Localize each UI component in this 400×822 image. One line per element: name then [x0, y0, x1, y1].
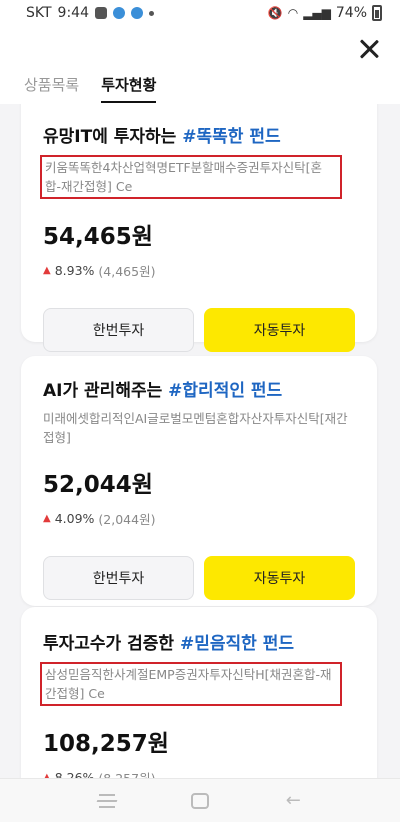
gain-percent: 8.93% — [54, 263, 95, 278]
up-arrow-icon: ▲ — [43, 513, 51, 524]
page-header: 상품목록 투자현황 — [0, 26, 400, 104]
card-actions: 한번투자 자동투자 — [43, 556, 355, 600]
auto-invest-button[interactable]: 자동투자 — [204, 556, 355, 600]
home-button[interactable] — [189, 790, 211, 812]
app-notification-icon — [113, 7, 125, 19]
auto-invest-button[interactable]: 자동투자 — [204, 308, 355, 352]
status-bar: SKT 9:44 🔇 ◠ ▂▄▆ 74% — [0, 0, 400, 26]
card-title: 투자고수가 검증한 #믿음직한 펀드 — [43, 634, 294, 654]
fund-name: 키움똑똑한4차산업혁명ETF분할매수증권투자신탁[혼합-재간접형] Ce — [40, 155, 342, 199]
mute-icon: 🔇 — [267, 6, 283, 20]
gain-percent: 8.26% — [54, 770, 95, 778]
close-icon[interactable] — [358, 38, 380, 60]
gain-amount: (4,465원) — [98, 264, 156, 279]
card-title: AI가 관리해주는 #합리적인 펀드 — [43, 381, 283, 401]
fund-card: 유망IT에 투자하는 #똑똑한 펀드 키움똑똑한4차산업혁명ETF분할매수증권투… — [21, 104, 377, 352]
tab-product-list[interactable]: 상품목록 — [24, 74, 79, 103]
fund-card-list[interactable]: 유망IT에 투자하는 #똑똑한 펀드 키움똑똑한4차산업혁명ETF분할매수증권투… — [0, 104, 400, 778]
fund-name: 삼성믿음직한사계절EMP증권자투자신탁H[채권혼합-재간접형] Ce — [40, 662, 342, 706]
home-icon — [190, 792, 209, 809]
system-navigation-bar: ← — [0, 778, 400, 822]
clock-label: 9:44 — [57, 5, 89, 21]
gain-info: ▲ 8.26% (8,257원) — [43, 768, 355, 778]
recents-icon — [98, 793, 115, 808]
battery-icon — [372, 5, 382, 21]
fund-card: AI가 관리해주는 #합리적인 펀드 미래에셋합리적인AI글로벌모멘텀혼합자산자… — [21, 356, 377, 606]
gain-percent: 4.09% — [54, 511, 95, 526]
card-title: 유망IT에 투자하는 #똑똑한 펀드 — [43, 127, 281, 147]
fund-name: 미래에셋합리적인AI글로벌모멘텀혼합자산자투자신탁[재간접형] — [43, 411, 348, 445]
gain-info: ▲ 4.09% (2,044원) — [43, 509, 355, 528]
investment-amount: 52,044원 — [43, 472, 153, 498]
more-notifications-icon — [149, 10, 154, 16]
up-arrow-icon: ▲ — [43, 265, 51, 276]
investment-amount: 54,465원 — [43, 224, 153, 250]
carrier-label: SKT — [26, 5, 52, 21]
recent-apps-button[interactable] — [96, 790, 118, 812]
signal-icon: ▂▄▆ — [303, 6, 331, 20]
investment-amount: 108,257원 — [43, 731, 169, 757]
battery-label: 74% — [335, 5, 367, 21]
gain-amount: (2,044원) — [98, 512, 156, 527]
bluetooth-notification-icon — [131, 7, 143, 19]
back-arrow-icon: ← — [285, 790, 301, 811]
talk-notification-icon — [95, 7, 107, 19]
gain-info: ▲ 8.93% (4,465원) — [43, 261, 355, 280]
back-button[interactable]: ← — [282, 790, 304, 812]
fund-card: 투자고수가 검증한 #믿음직한 펀드 삼성믿음직한사계절EMP증권자투자신탁H[… — [21, 607, 377, 778]
wifi-icon: ◠ — [287, 6, 299, 20]
tab-investment-status[interactable]: 투자현황 — [101, 74, 157, 103]
gain-amount: (8,257원) — [98, 768, 155, 778]
card-actions: 한번투자 자동투자 — [43, 308, 355, 352]
tab-bar: 상품목록 투자현황 — [24, 74, 157, 103]
one-time-invest-button[interactable]: 한번투자 — [43, 308, 195, 352]
one-time-invest-button[interactable]: 한번투자 — [43, 556, 195, 600]
